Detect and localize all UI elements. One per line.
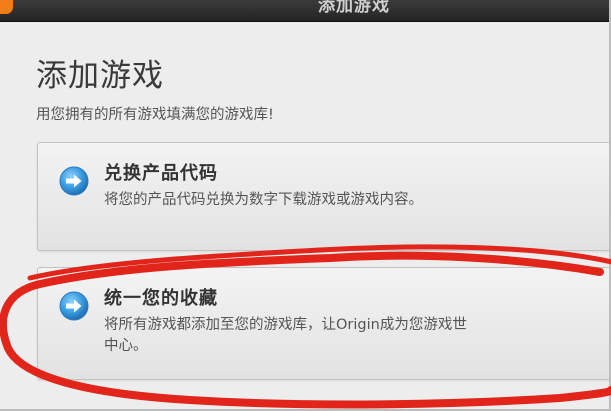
redeem-option-title: 兑换产品代码 [104, 163, 218, 184]
title-bar: 添加游戏 [0, 0, 609, 22]
origin-logo-icon [0, 0, 13, 14]
unify-option-description: 将所有游戏都添加至您的游戏库，让Origin成为您游戏世 中心。 [104, 317, 467, 354]
add-game-dialog: 添加游戏 添加游戏 用您拥有的所有游戏填满您的游戏库! 兑换产品代码 将您的产品… [0, 0, 611, 411]
window-title: 添加游戏 [318, 0, 390, 16]
page-subtitle: 用您拥有的所有游戏填满您的游戏库! [36, 107, 274, 123]
redeem-product-code-option[interactable]: 兑换产品代码 将您的产品代码兑换为数字下载游戏或游戏内容。 [37, 142, 609, 251]
redeem-option-description: 将您的产品代码兑换为数字下载游戏或游戏内容。 [104, 192, 423, 208]
unify-collection-option[interactable]: 统一您的收藏 将所有游戏都添加至您的游戏库，让Origin成为您游戏世 中心。 [37, 267, 609, 380]
arrow-right-circle-icon [59, 291, 89, 321]
unify-option-title: 统一您的收藏 [104, 288, 218, 309]
page-title: 添加游戏 [36, 58, 164, 94]
arrow-right-circle-icon [59, 166, 89, 196]
